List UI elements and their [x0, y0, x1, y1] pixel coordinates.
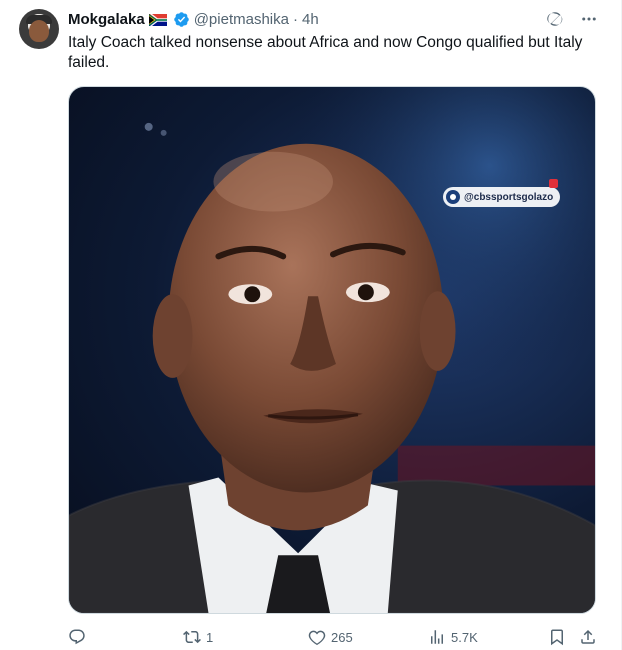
- more-icon[interactable]: [579, 9, 599, 29]
- user-avatar[interactable]: [19, 9, 59, 49]
- tweet-actions: 1 265 5.7K: [68, 626, 599, 648]
- retweet-icon: [183, 630, 201, 644]
- heart-icon: [308, 630, 326, 646]
- like-button[interactable]: 265: [308, 628, 353, 646]
- user-handle[interactable]: @pietmashika: [194, 11, 289, 28]
- verified-badge-icon: [173, 11, 190, 28]
- retweet-count: 1: [206, 629, 214, 645]
- bookmark-icon: [551, 629, 563, 646]
- views-button[interactable]: 5.7K: [428, 628, 478, 646]
- like-count: 265: [331, 629, 353, 645]
- header-actions: [545, 9, 599, 29]
- share-button[interactable]: [579, 628, 597, 646]
- separator-dot: ·: [292, 10, 298, 28]
- reply-button[interactable]: [68, 628, 91, 646]
- watermark-text: @cbssportsgolazo: [464, 191, 554, 203]
- photo-illustration: [69, 87, 595, 613]
- live-badge-icon: [549, 179, 559, 188]
- grok-icon[interactable]: [545, 9, 565, 29]
- retweet-button[interactable]: 1: [183, 628, 213, 646]
- tweet-header: Mokgalaka @pietmashika · 4h: [68, 9, 319, 29]
- share-icon: [581, 629, 595, 644]
- tweet-card[interactable]: Mokgalaka @pietmashika · 4h Italy Coach …: [0, 0, 622, 650]
- south-africa-flag-icon: [148, 13, 168, 27]
- timestamp[interactable]: 4h: [302, 11, 319, 28]
- cbs-logo-icon: [446, 190, 460, 204]
- bookmark-button[interactable]: [548, 628, 566, 646]
- reply-icon: [69, 629, 85, 645]
- watermark-badge: @cbssportsgolazo: [443, 179, 561, 207]
- views-icon: [431, 630, 443, 644]
- views-count: 5.7K: [451, 629, 478, 645]
- display-name[interactable]: Mokgalaka: [68, 11, 145, 28]
- tweet-media-image[interactable]: @cbssportsgolazo: [68, 86, 596, 614]
- avatar-face: [29, 20, 49, 42]
- tweet-text: Italy Coach talked nonsense about Africa…: [68, 34, 583, 71]
